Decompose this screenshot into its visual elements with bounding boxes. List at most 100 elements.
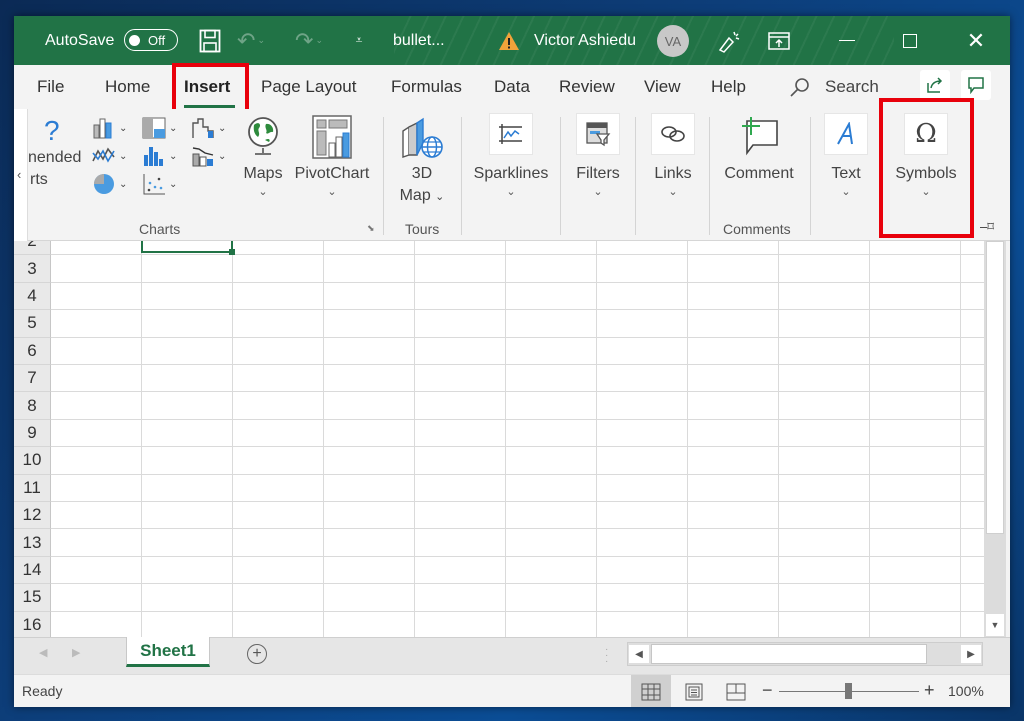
- tab-split-grip[interactable]: · · ·: [605, 645, 608, 667]
- column-gridline: [323, 241, 324, 637]
- row-header[interactable]: 5: [14, 310, 51, 338]
- comments-button[interactable]: [961, 70, 991, 100]
- title-bar-pattern: [394, 16, 894, 65]
- horizontal-scroll-thumb[interactable]: [651, 644, 927, 664]
- ribbon: ‹ ? nended rts ⌄ ⌄ ⌄ ⌄ ⌄ ⌄ ⌄ ⌄ Maps ⌄ Pi…: [14, 109, 1010, 241]
- sparklines-button[interactable]: Sparklines ⌄: [471, 113, 551, 199]
- scatter-chart-button[interactable]: ⌄: [142, 173, 177, 195]
- row-header[interactable]: 13: [14, 529, 51, 557]
- row-header[interactable]: 3: [14, 255, 51, 283]
- vertical-scroll-thumb[interactable]: [986, 241, 1004, 534]
- text-icon-tile: [824, 113, 868, 155]
- selected-cell[interactable]: [141, 241, 233, 253]
- row-header[interactable]: 2: [14, 241, 51, 256]
- row-header[interactable]: 11: [14, 474, 51, 502]
- symbols-button[interactable]: Ω Symbols ⌄: [890, 113, 962, 199]
- share-icon: [927, 77, 943, 93]
- save-button[interactable]: [195, 16, 225, 65]
- undo-button[interactable]: ↶ ⌄: [236, 16, 266, 65]
- tab-file[interactable]: File: [37, 77, 64, 97]
- worksheet-grid[interactable]: 2345678910111213141516: [14, 241, 984, 637]
- save-icon: [199, 29, 221, 52]
- maps-button[interactable]: Maps ⌄: [240, 115, 286, 199]
- globe-icon: [248, 117, 278, 155]
- zoom-in-button[interactable]: +: [924, 680, 935, 701]
- customize-qat-button[interactable]: ⩡: [344, 16, 374, 65]
- comment-button[interactable]: Comment: [718, 115, 800, 185]
- chevron-down-icon: ⌄: [506, 186, 516, 198]
- horizontal-scrollbar[interactable]: ◀ ▶: [627, 642, 983, 666]
- group-separator: [461, 117, 462, 235]
- pin-ribbon-icon[interactable]: –⌑: [980, 219, 994, 235]
- minimize-button[interactable]: [832, 16, 862, 65]
- row-header[interactable]: 8: [14, 392, 51, 420]
- scroll-down-button[interactable]: ▼: [986, 614, 1004, 636]
- row-gridline: [51, 583, 984, 585]
- charts-dialog-launcher[interactable]: ⬊: [367, 223, 375, 234]
- share-button[interactable]: [920, 70, 950, 100]
- redo-button[interactable]: ↷ ⌄: [294, 16, 324, 65]
- user-name[interactable]: Victor Ashiedu: [534, 16, 636, 65]
- line-chart-button[interactable]: ⌄: [92, 145, 127, 167]
- recommended-charts-button[interactable]: ? nended rts: [28, 115, 88, 191]
- autosave-toggle[interactable]: Off: [124, 29, 178, 51]
- sheet-tab-sheet1[interactable]: Sheet1: [126, 637, 210, 667]
- row-header[interactable]: 4: [14, 282, 51, 311]
- ribbon-scroll-left[interactable]: ‹: [14, 109, 28, 241]
- column-gridline: [960, 241, 961, 637]
- scroll-right-button[interactable]: ▶: [961, 645, 981, 663]
- tab-page-layout[interactable]: Page Layout: [261, 77, 356, 97]
- tab-data[interactable]: Data: [494, 77, 530, 97]
- zoom-slider-thumb[interactable]: [845, 683, 852, 699]
- row-header[interactable]: 16: [14, 611, 51, 637]
- prev-sheet-button[interactable]: ◀: [39, 646, 47, 659]
- maximize-button[interactable]: [895, 16, 925, 65]
- row-header[interactable]: 6: [14, 337, 51, 365]
- symbols-icon-tile: Ω: [904, 113, 948, 155]
- page-layout-view-button[interactable]: [674, 675, 714, 707]
- zoom-out-button[interactable]: −: [762, 680, 773, 701]
- row-header[interactable]: 12: [14, 502, 51, 530]
- fill-handle[interactable]: [229, 249, 235, 255]
- column-chart-button[interactable]: ⌄: [92, 117, 127, 139]
- close-icon: ✕: [966, 27, 986, 53]
- pivotchart-button[interactable]: PivotChart ⌄: [292, 115, 372, 199]
- filters-button[interactable]: Filters ⌄: [570, 113, 626, 199]
- waterfall-chart-button[interactable]: ⌄: [191, 117, 226, 139]
- tab-home[interactable]: Home: [105, 77, 150, 97]
- combo-chart-button[interactable]: ⌄: [191, 145, 226, 167]
- tab-insert[interactable]: Insert: [184, 77, 230, 97]
- text-button[interactable]: Text ⌄: [821, 113, 871, 199]
- tab-review[interactable]: Review: [559, 77, 615, 97]
- statistic-chart-button[interactable]: ⌄: [142, 145, 177, 167]
- row-header[interactable]: 14: [14, 556, 51, 585]
- 3d-map-button[interactable]: 3D Map ⌄: [395, 115, 449, 208]
- row-header[interactable]: 9: [14, 419, 51, 448]
- row-header[interactable]: 7: [14, 365, 51, 393]
- tab-view[interactable]: View: [644, 77, 681, 97]
- user-avatar[interactable]: VA: [657, 25, 689, 57]
- zoom-level[interactable]: 100%: [948, 683, 984, 699]
- active-tab-indicator: [184, 105, 235, 108]
- comment-icon: [968, 77, 984, 94]
- normal-view-button[interactable]: [631, 675, 671, 707]
- warning-button[interactable]: [498, 16, 520, 65]
- page-break-view-button[interactable]: [716, 675, 756, 707]
- ideas-button[interactable]: [714, 16, 744, 65]
- undo-icon: ↶: [237, 27, 256, 53]
- scroll-left-button[interactable]: ◀: [629, 645, 649, 663]
- row-header[interactable]: 15: [14, 584, 51, 612]
- row-header[interactable]: 10: [14, 447, 51, 475]
- next-sheet-button[interactable]: ▶: [72, 646, 80, 659]
- pie-chart-button[interactable]: ⌄: [92, 173, 127, 195]
- vertical-scrollbar[interactable]: ▼: [984, 241, 1006, 637]
- tab-help[interactable]: Help: [711, 77, 746, 97]
- hierarchy-chart-button[interactable]: ⌄: [142, 117, 177, 139]
- add-sheet-button[interactable]: +: [247, 644, 267, 664]
- ribbon-display-button[interactable]: [764, 16, 794, 65]
- close-button[interactable]: ✕: [961, 16, 991, 65]
- links-button[interactable]: Links ⌄: [645, 113, 701, 199]
- tab-formulas[interactable]: Formulas: [391, 77, 462, 97]
- text-a-icon: [837, 122, 853, 145]
- search-box[interactable]: Search: [789, 76, 879, 98]
